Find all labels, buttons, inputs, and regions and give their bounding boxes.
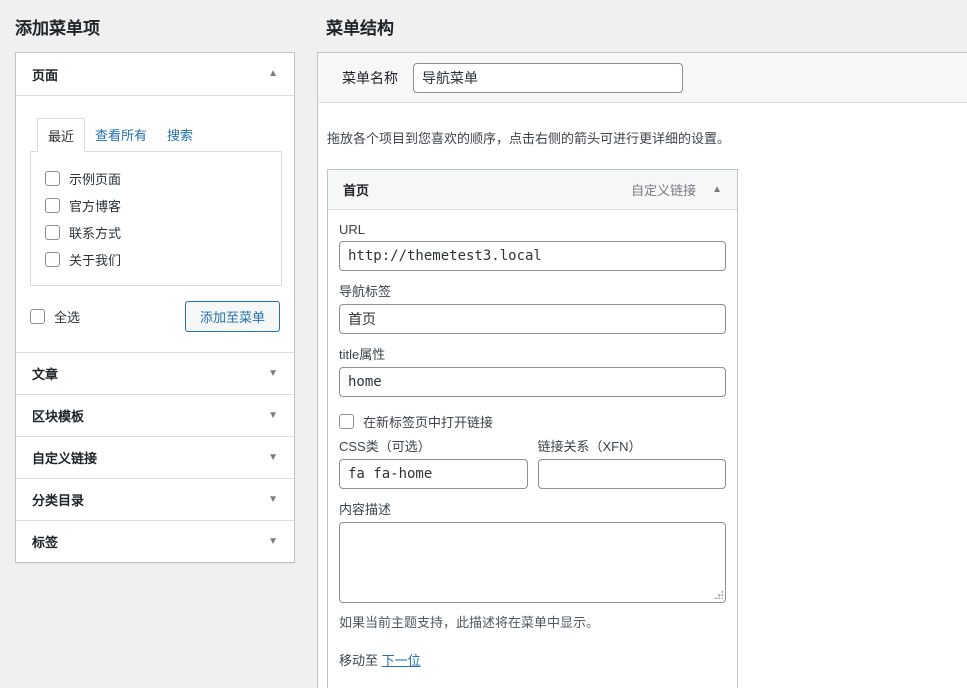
chevron-down-icon[interactable]: ▼ xyxy=(268,495,278,505)
chevron-down-icon[interactable]: ▼ xyxy=(268,453,278,463)
pages-panel: 最近 查看所有 搜索 示例页面 官方博客 联系方式 xyxy=(16,95,294,352)
wp-nav-menus-screen: 添加菜单项 页面 ▲ 最近 查看所有 搜索 示例页面 官方博客 xyxy=(0,0,967,688)
chevron-up-icon[interactable]: ▲ xyxy=(712,185,722,195)
tab-most-recent[interactable]: 最近 xyxy=(37,118,85,152)
menu-body: 拖放各个项目到您喜欢的顺序，点击右侧的箭头可进行更详细的设置。 首页 自定义链接… xyxy=(318,103,967,688)
menu-item-type-label: 自定义链接 xyxy=(631,180,696,199)
chevron-up-icon[interactable]: ▲ xyxy=(268,69,278,79)
menu-item-card-home: 首页 自定义链接 ▲ URL 导航标签 title属性 在新标签页中打开链接 xyxy=(327,169,738,688)
page-checkbox[interactable] xyxy=(45,252,60,267)
open-new-tab-label: 在新标签页中打开链接 xyxy=(363,412,493,431)
pages-panel-footer: 全选 添加至菜单 xyxy=(30,301,280,332)
list-item[interactable]: 官方博客 xyxy=(31,192,281,219)
description-help: 如果当前主题支持，此描述将在菜单中显示。 xyxy=(339,612,726,631)
nav-label-input[interactable] xyxy=(339,304,726,334)
page-item-label: 关于我们 xyxy=(69,250,121,269)
menu-item-title: 首页 xyxy=(343,180,631,199)
menu-item-handle[interactable]: 首页 自定义链接 ▲ xyxy=(328,170,737,210)
accordion-block-templates-label: 区块模板 xyxy=(32,406,84,425)
page-item-label: 示例页面 xyxy=(69,169,121,188)
title-attr-label: title属性 xyxy=(339,344,726,363)
tab-view-all[interactable]: 查看所有 xyxy=(85,118,157,152)
add-menu-items-title: 添加菜单项 xyxy=(15,14,100,39)
add-menu-items-panel: 页面 ▲ 最近 查看所有 搜索 示例页面 官方博客 联系方式 xyxy=(15,52,295,563)
drag-drop-instruction: 拖放各个项目到您喜欢的顺序，点击右侧的箭头可进行更详细的设置。 xyxy=(327,128,967,147)
accordion-posts[interactable]: 文章 ▼ xyxy=(16,352,294,394)
tab-search[interactable]: 搜索 xyxy=(157,118,203,152)
description-textarea[interactable] xyxy=(339,522,726,603)
accordion-posts-label: 文章 xyxy=(32,364,58,383)
accordion-tags-label: 标签 xyxy=(32,532,58,551)
open-new-tab-checkbox[interactable] xyxy=(339,414,354,429)
title-attr-input[interactable] xyxy=(339,367,726,397)
open-new-tab-control[interactable]: 在新标签页中打开链接 xyxy=(339,412,726,431)
page-checkbox[interactable] xyxy=(45,171,60,186)
url-input[interactable] xyxy=(339,241,726,271)
menu-name-input[interactable] xyxy=(413,63,683,93)
css-class-label: CSS类（可选） xyxy=(339,436,528,455)
css-class-input[interactable] xyxy=(339,459,528,489)
menu-structure-title: 菜单结构 xyxy=(326,14,394,39)
list-item[interactable]: 联系方式 xyxy=(31,219,281,246)
list-item[interactable]: 关于我们 xyxy=(31,246,281,273)
xfn-label: 链接关系（XFN） xyxy=(538,436,727,455)
accordion-block-templates[interactable]: 区块模板 ▼ xyxy=(16,394,294,436)
menu-name-row: 菜单名称 xyxy=(318,53,967,103)
move-label: 移动至 xyxy=(339,653,378,668)
page-checkbox[interactable] xyxy=(45,198,60,213)
css-xfn-row: CSS类（可选） 链接关系（XFN） xyxy=(339,436,726,489)
xfn-input[interactable] xyxy=(538,459,727,489)
move-row: 移动至 下一位 xyxy=(339,650,726,669)
accordion-custom-links-label: 自定义链接 xyxy=(32,448,97,467)
menu-item-settings: URL 导航标签 title属性 在新标签页中打开链接 CSS类（可选） xyxy=(328,210,737,688)
select-all-checkbox[interactable] xyxy=(30,309,45,324)
pages-checklist: 示例页面 官方博客 联系方式 关于我们 xyxy=(30,151,282,286)
page-checkbox[interactable] xyxy=(45,225,60,240)
chevron-down-icon[interactable]: ▼ xyxy=(268,369,278,379)
accordion-pages[interactable]: 页面 ▲ xyxy=(16,53,294,95)
pages-tabs: 最近 查看所有 搜索 xyxy=(37,118,282,152)
menu-name-label: 菜单名称 xyxy=(342,68,398,88)
select-all-control[interactable]: 全选 xyxy=(30,307,80,326)
add-to-menu-button[interactable]: 添加至菜单 xyxy=(185,301,280,332)
menu-editor-panel: 菜单名称 拖放各个项目到您喜欢的顺序，点击右侧的箭头可进行更详细的设置。 首页 … xyxy=(317,52,967,688)
page-item-label: 联系方式 xyxy=(69,223,121,242)
url-label: URL xyxy=(339,222,726,237)
page-item-label: 官方博客 xyxy=(69,196,121,215)
select-all-label: 全选 xyxy=(54,307,80,326)
chevron-down-icon[interactable]: ▼ xyxy=(268,411,278,421)
accordion-categories[interactable]: 分类目录 ▼ xyxy=(16,478,294,520)
accordion-categories-label: 分类目录 xyxy=(32,490,84,509)
accordion-tags[interactable]: 标签 ▼ xyxy=(16,520,294,562)
description-label: 内容描述 xyxy=(339,499,726,518)
accordion-custom-links[interactable]: 自定义链接 ▼ xyxy=(16,436,294,478)
list-item[interactable]: 示例页面 xyxy=(31,165,281,192)
description-field xyxy=(339,522,726,603)
chevron-down-icon[interactable]: ▼ xyxy=(268,537,278,547)
accordion-pages-label: 页面 xyxy=(32,65,58,84)
move-down-link[interactable]: 下一位 xyxy=(382,653,421,668)
nav-label-label: 导航标签 xyxy=(339,281,726,300)
